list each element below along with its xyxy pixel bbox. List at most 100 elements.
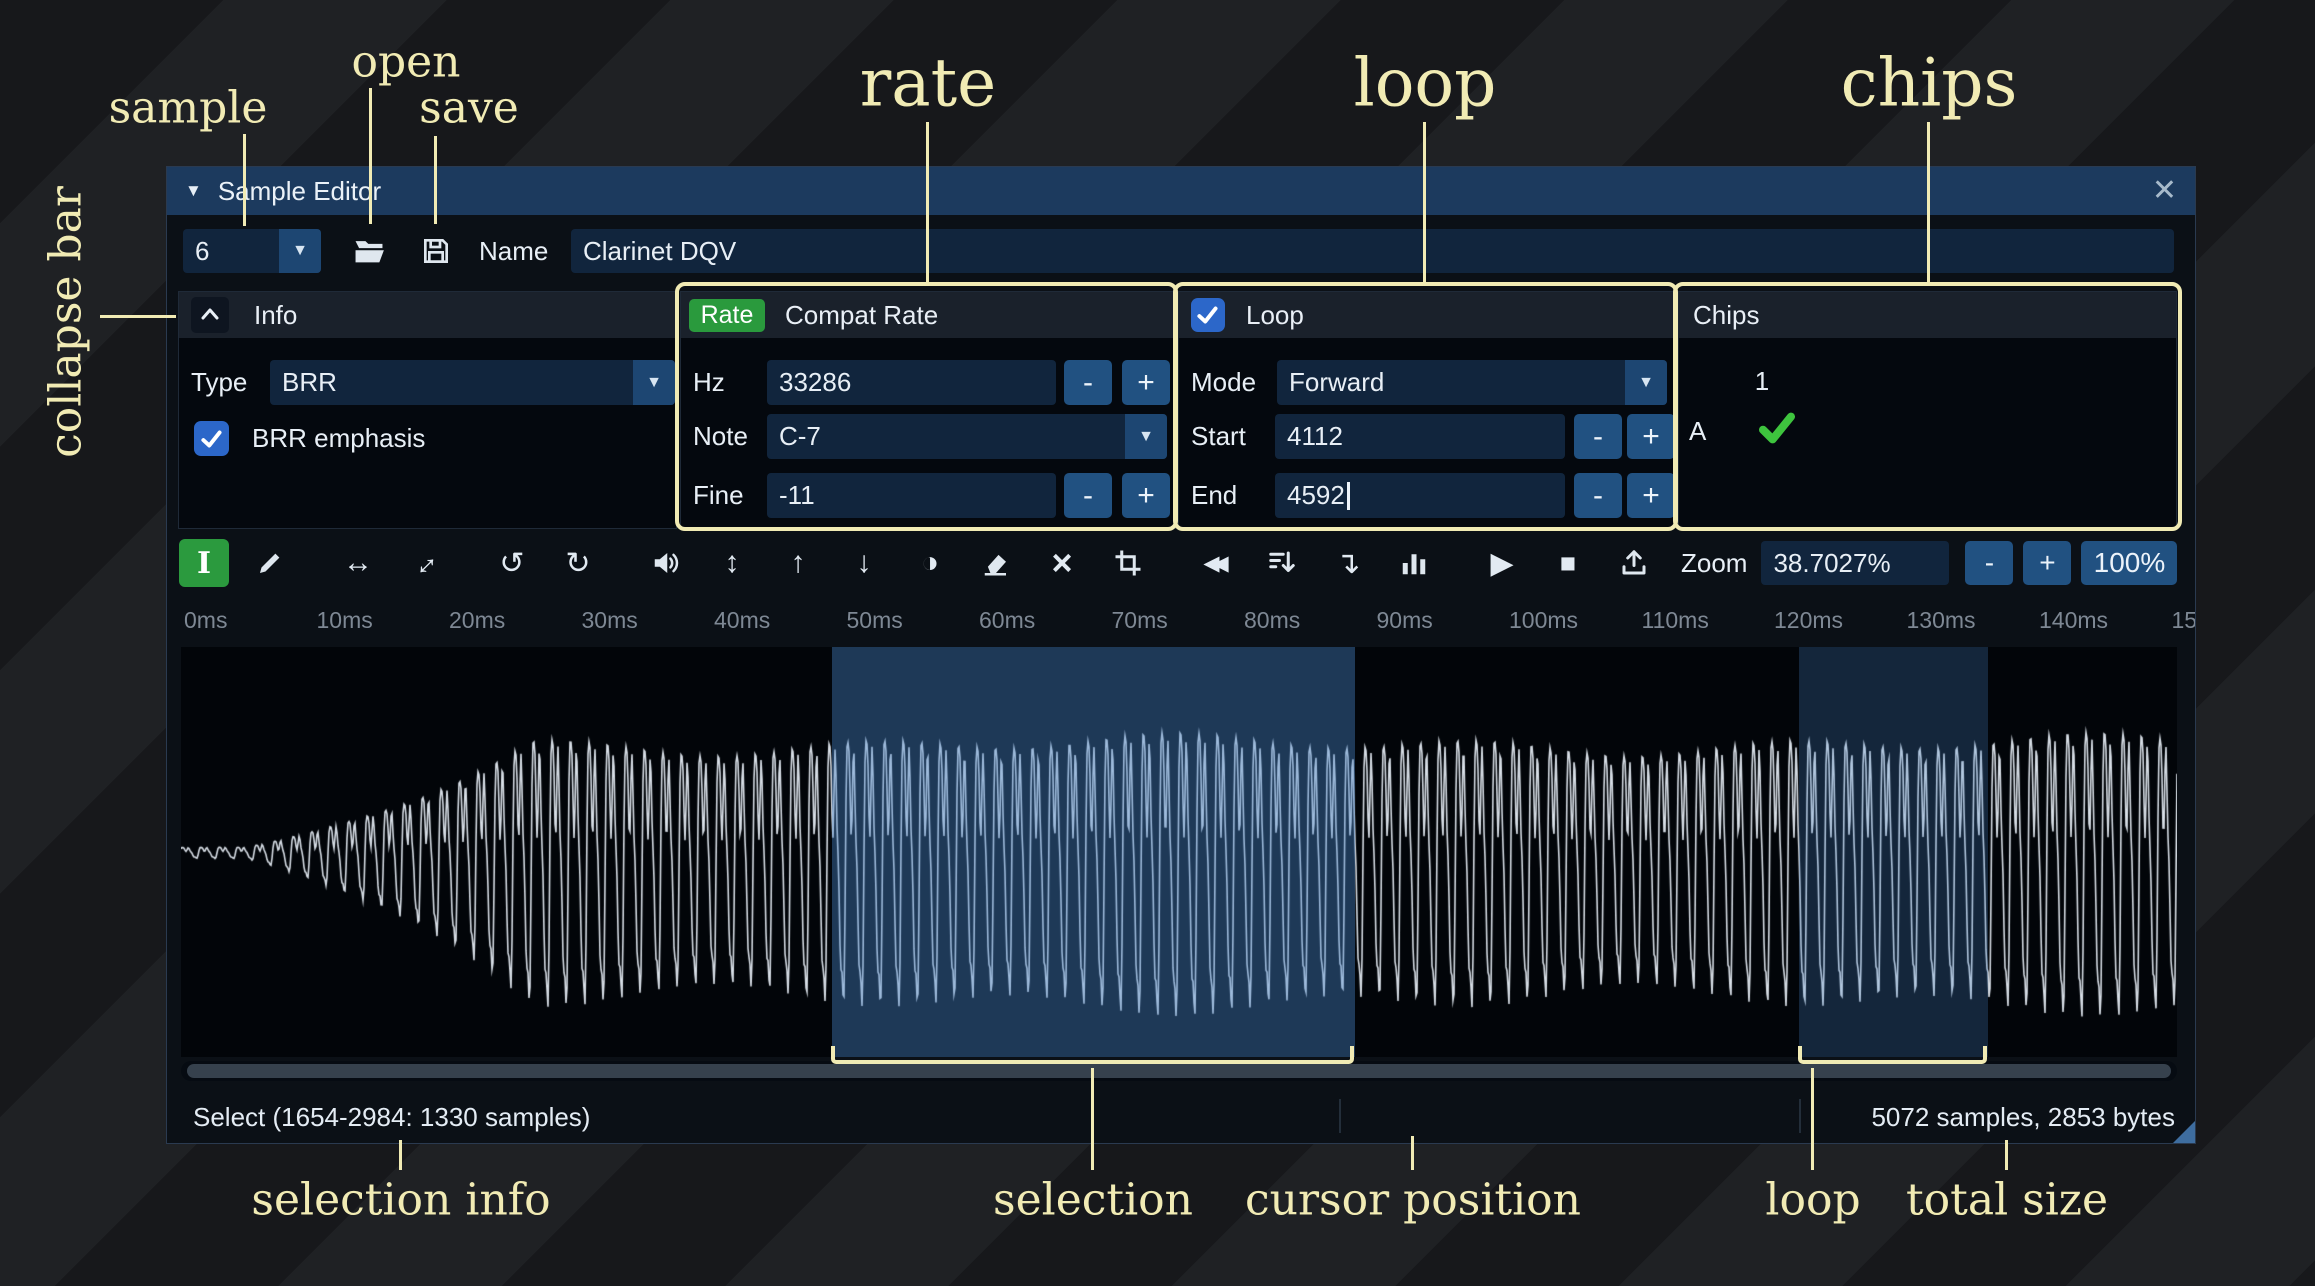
annotation-box-chips [1673, 282, 2182, 531]
info-panel-header: Info [179, 292, 676, 338]
name-input-value: Clarinet DQV [583, 235, 737, 266]
annotation-line-save [434, 136, 437, 224]
selection-info-text: Select (1654-2984: 1330 samples) [193, 1101, 591, 1132]
vertical-resize-button[interactable]: ↕ [707, 539, 757, 587]
horizontal-scrollbar[interactable] [181, 1061, 2177, 1081]
amplify-down-button[interactable]: ↓ [839, 539, 889, 587]
horizontal-arrows-icon: ↔ [343, 546, 373, 579]
invert-button[interactable]: ◑ [905, 539, 955, 587]
preview-button[interactable] [641, 539, 691, 587]
annotation-box-rate [675, 282, 1178, 531]
zoom-reset-button[interactable]: 100% [2081, 541, 2178, 585]
resize-grip[interactable] [2173, 1121, 2195, 1143]
timeline-tick: 20ms [449, 607, 506, 633]
titlebar[interactable]: ▼ Sample Editor ✕ [167, 167, 2195, 215]
annotation-bracket-loop [1798, 1046, 1987, 1064]
annotation-line-collapse-bar [100, 315, 176, 318]
speaker-icon [651, 548, 681, 578]
name-label: Name [479, 235, 549, 266]
timeline-tick: 0ms [184, 607, 228, 633]
close-button[interactable]: ✕ [2152, 176, 2177, 206]
silence-button[interactable] [971, 539, 1021, 587]
name-input[interactable]: Clarinet DQV [571, 229, 2174, 273]
collapse-button[interactable] [191, 297, 229, 333]
annotation-line-total-size [2005, 1140, 2008, 1170]
annotation-box-loop [1173, 282, 1678, 531]
undo-button[interactable]: ↺ [487, 539, 537, 587]
status-bar: Select (1654-2984: 1330 samples) 5072 sa… [167, 1089, 2195, 1143]
zoom-plus-button[interactable]: + [2023, 541, 2072, 585]
annotation-selection: selection [993, 1174, 1193, 1226]
annotation-cursor-position: cursor position [1245, 1174, 1581, 1226]
arrow-up-icon: ↑ [790, 546, 806, 579]
annotation-line-cursor-position [1411, 1136, 1414, 1170]
redo-icon: ↻ [565, 546, 591, 580]
toolbar: I ↔ ↔ ↺ ↻ ↕ ↑ ↓ ◑ × ◀◀ ↴ ▶ ■ Zoom 38.702… [179, 539, 2185, 587]
eraser-icon [981, 548, 1011, 578]
chevron-down-icon[interactable]: ▼ [633, 360, 675, 405]
arrow-down-icon: ↓ [856, 546, 872, 579]
sample-select-value: 6 [195, 235, 210, 266]
annotation-bracket-selection [831, 1046, 1354, 1064]
type-select-value: BRR [282, 367, 337, 397]
folder-icon [352, 234, 386, 268]
stop-button[interactable]: ■ [1543, 539, 1593, 587]
waveform-loop-region [1799, 647, 1989, 1057]
waveform-selection [831, 647, 1356, 1057]
annotation-line-open [369, 88, 372, 224]
brr-emphasis-checkbox[interactable] [194, 421, 229, 456]
amplify-up-button[interactable]: ↑ [773, 539, 823, 587]
arrow-turn-down-icon: ↴ [1335, 546, 1361, 580]
cursor-position-cell [1357, 1089, 1787, 1143]
filter-button[interactable] [1389, 539, 1439, 587]
sample-select[interactable]: 6 ▼ [183, 229, 321, 273]
ibeam-tool-button[interactable]: I [179, 539, 229, 587]
timeline-tick: 100ms [1509, 607, 1579, 633]
diagonal-resize-button[interactable]: ↔ [399, 539, 449, 587]
export-button[interactable] [1609, 539, 1659, 587]
annotation-selection-info: selection info [251, 1174, 551, 1226]
chevron-down-icon[interactable]: ▼ [279, 229, 321, 273]
trim-button[interactable] [1103, 539, 1153, 587]
play-icon: ▶ [1490, 546, 1514, 580]
play-button[interactable]: ▶ [1477, 539, 1527, 587]
horizontal-resize-button[interactable]: ↔ [333, 539, 383, 587]
zoom-minus-button[interactable]: - [1965, 541, 2014, 585]
diagonal-arrows-icon: ↔ [401, 540, 446, 585]
status-separator [1799, 1099, 1801, 1133]
annotation-line-selection [1091, 1068, 1094, 1170]
annotation-rate: rate [859, 44, 997, 122]
scrollbar-thumb[interactable] [187, 1064, 2171, 1078]
save-button[interactable] [411, 229, 461, 273]
undo-icon: ↺ [499, 546, 525, 580]
timeline-tick: 90ms [1376, 607, 1433, 633]
ibeam-icon: I [196, 545, 212, 581]
zoom-label: Zoom [1681, 547, 1748, 578]
annotation-line-rate [926, 122, 929, 284]
timeline[interactable]: 0ms 10ms 20ms 30ms 40ms 50ms 60ms 70ms 80ms 90ms 1… [181, 599, 2195, 643]
zoom-input[interactable]: 38.7027% [1761, 541, 1950, 585]
annotation-line-sample [243, 134, 246, 226]
annotation-total-size: total size [1905, 1174, 2109, 1226]
timeline-tick: 120ms [1774, 607, 1844, 633]
timeline-tick: 60ms [979, 607, 1036, 633]
pencil-tool-button[interactable] [245, 539, 295, 587]
timeline-tick: 70ms [1111, 607, 1168, 633]
delete-button[interactable]: × [1037, 539, 1087, 587]
timeline-tick: 40ms [714, 607, 771, 633]
type-select[interactable]: BRR ▼ [270, 360, 675, 405]
annotation-line-loop-region [1811, 1068, 1814, 1170]
insert-button[interactable]: ↴ [1323, 539, 1373, 587]
redo-button[interactable]: ↻ [553, 539, 603, 587]
timeline-tick: 50ms [846, 607, 903, 633]
open-button[interactable] [344, 229, 394, 273]
downsample-button[interactable] [1257, 539, 1307, 587]
rewind-button[interactable]: ◀◀ [1191, 539, 1241, 587]
crop-icon [1113, 548, 1143, 578]
info-panel: Info Type BRR ▼ BRR emphasis [178, 291, 677, 529]
check-icon [199, 426, 225, 452]
annotation-loop-region: loop [1765, 1174, 1861, 1226]
half-circle-icon: ◑ [920, 546, 940, 579]
collapse-triangle-icon[interactable]: ▼ [185, 181, 202, 201]
annotation-sample: sample [108, 82, 268, 134]
